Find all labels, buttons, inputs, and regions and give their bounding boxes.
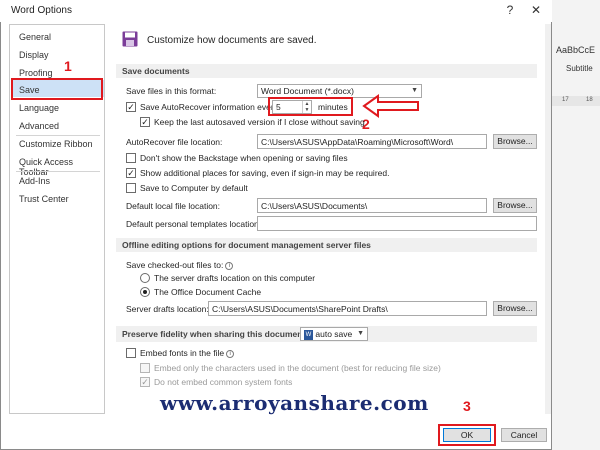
- style-name: Subtitle: [566, 64, 593, 73]
- ruler-tick-label: 17: [562, 97, 569, 103]
- templates-location-field[interactable]: [257, 216, 537, 231]
- autorecover-browse-button[interactable]: Browse...: [493, 134, 537, 149]
- watermark-text: www.arroyanshare.com: [160, 391, 429, 415]
- section-header: Save documents: [116, 64, 537, 78]
- no-backstage-checkbox[interactable]: [126, 153, 136, 163]
- no-common-fonts-checkbox[interactable]: ✓: [140, 377, 150, 387]
- checked-out-label-text: Save checked-out files to:: [126, 260, 224, 270]
- embed-only-label: Embed only the characters used in the do…: [154, 363, 441, 373]
- nav-item-advanced[interactable]: Advanced: [19, 121, 59, 131]
- local-location-label: Default local file location:: [126, 201, 221, 211]
- autorecover-location-label: AutoRecover file location:: [126, 137, 223, 147]
- embed-fonts-checkbox[interactable]: [126, 348, 136, 358]
- save-icon: [122, 31, 138, 47]
- fidelity-document-select[interactable]: W auto save ▼: [300, 327, 368, 341]
- info-icon: i: [226, 349, 235, 358]
- chevron-down-icon: ▼: [411, 87, 418, 94]
- arrow-left-icon: [362, 94, 419, 118]
- title-bar: [0, 0, 552, 22]
- nav-item-general[interactable]: General: [19, 32, 51, 42]
- step-3-label: 3: [463, 398, 471, 414]
- save-computer-checkbox[interactable]: [126, 183, 136, 193]
- nav-item-language[interactable]: Language: [19, 103, 59, 113]
- help-button[interactable]: ?: [498, 1, 522, 19]
- section-header: Offline editing options for document man…: [116, 238, 537, 252]
- no-backstage-label: Don't show the Backstage when opening or…: [140, 153, 348, 163]
- autorecover-highlight-box: [268, 97, 353, 116]
- word-doc-icon: W: [304, 329, 313, 340]
- section-title: Offline editing options for document man…: [122, 240, 371, 250]
- nav-item-quick-access-toolbar[interactable]: Quick Access Toolbar: [19, 157, 104, 177]
- nav-item-display[interactable]: Display: [19, 50, 49, 60]
- embed-fonts-label: Embed fonts in the file i: [140, 348, 235, 358]
- fidelity-document-value: auto save: [315, 329, 353, 339]
- checked-out-label: Save checked-out files to: i: [126, 260, 234, 270]
- format-label: Save files in this format:: [126, 86, 217, 96]
- save-highlight-box: [11, 78, 103, 100]
- keep-last-label: Keep the last autosaved version if I clo…: [154, 117, 365, 127]
- server-drafts-label: The server drafts location on this compu…: [154, 273, 316, 283]
- server-browse-button[interactable]: Browse...: [493, 301, 537, 316]
- info-icon: i: [225, 261, 234, 270]
- nav-item-customize-ribbon[interactable]: Customize Ribbon: [19, 139, 93, 149]
- nav-item-proofing[interactable]: Proofing: [19, 68, 53, 78]
- autorecover-location-field[interactable]: C:\Users\ASUS\AppData\Roaming\Microsoft\…: [257, 134, 487, 149]
- chevron-down-icon: ▼: [357, 330, 364, 337]
- save-computer-label: Save to Computer by default: [140, 183, 248, 193]
- server-location-field[interactable]: C:\Users\ASUS\Documents\SharePoint Draft…: [208, 301, 487, 316]
- nav-divider: [16, 135, 100, 136]
- office-cache-label: The Office Document Cache: [154, 287, 262, 297]
- nav-item-trust-center[interactable]: Trust Center: [19, 194, 69, 204]
- nav-divider: [16, 171, 100, 172]
- close-button[interactable]: ✕: [524, 1, 548, 19]
- server-location-label: Server drafts location:: [126, 304, 209, 314]
- no-common-fonts-label: Do not embed common system fonts: [154, 377, 293, 387]
- panel-scrollbar[interactable]: [545, 24, 551, 414]
- local-location-field[interactable]: C:\Users\ASUS\Documents\: [257, 198, 487, 213]
- templates-location-label: Default personal templates location:: [126, 219, 262, 229]
- ruler: 17 18: [552, 96, 600, 106]
- keep-last-checkbox[interactable]: ✓: [140, 117, 150, 127]
- step-1-label: 1: [64, 58, 72, 74]
- embed-fonts-label-text: Embed fonts in the file: [140, 348, 225, 358]
- local-browse-button[interactable]: Browse...: [493, 198, 537, 213]
- style-sample: AaBbCcE: [556, 45, 596, 55]
- show-places-checkbox[interactable]: ✓: [126, 168, 136, 178]
- page-header: Customize how documents are saved.: [147, 35, 317, 46]
- nav-item-add-ins[interactable]: Add-Ins: [19, 176, 50, 186]
- embed-only-checkbox[interactable]: [140, 363, 150, 373]
- autorecover-checkbox[interactable]: ✓: [126, 102, 136, 112]
- server-drafts-radio[interactable]: [140, 273, 150, 283]
- ruler-tick-label: 18: [586, 97, 593, 103]
- section-title: Preserve fidelity when sharing this docu…: [122, 329, 309, 339]
- section-title: Save documents: [122, 66, 190, 76]
- autorecover-label: Save AutoRecover information every: [140, 102, 278, 112]
- format-value: Word Document (*.docx): [261, 86, 354, 96]
- cancel-button[interactable]: Cancel: [501, 428, 547, 442]
- dialog-title: Word Options: [11, 5, 72, 16]
- ok-button[interactable]: OK: [443, 428, 491, 442]
- show-places-label: Show additional places for saving, even …: [140, 168, 390, 178]
- office-cache-radio[interactable]: [140, 287, 150, 297]
